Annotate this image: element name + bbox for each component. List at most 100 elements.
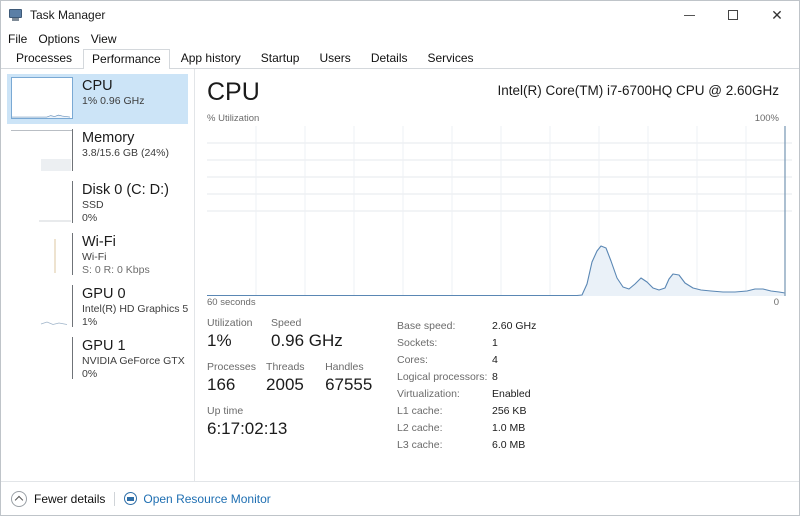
sidebar-memory-text: Memory 3.8/15.6 GB (24%): [82, 129, 169, 160]
info-value: 1.0 MB: [492, 422, 526, 434]
info-value: 1: [492, 337, 498, 349]
cpu-utilization-chart[interactable]: [207, 126, 792, 296]
cpu-thumbnail: [11, 77, 73, 119]
cpu-utilization-line: [207, 245, 786, 296]
minimize-button[interactable]: [667, 1, 711, 29]
statistics-area: Utilization 1% Speed 0.96 GHz Processes …: [207, 317, 783, 454]
task-manager-window: Task Manager ✕ File Options View Process…: [0, 0, 800, 516]
primary-stats: Utilization 1% Speed 0.96 GHz Processes …: [207, 317, 397, 454]
sidebar-item-wifi[interactable]: Wi-Fi Wi-Fi S: 0 R: 0 Kbps: [7, 230, 188, 280]
sidebar-item-memory[interactable]: Memory 3.8/15.6 GB (24%): [7, 126, 188, 176]
sidebar-item-gpu1[interactable]: GPU 1 NVIDIA GeForce GTX 960 0%: [7, 334, 188, 384]
tab-processes[interactable]: Processes: [7, 48, 81, 68]
info-value: 2.60 GHz: [492, 320, 537, 332]
graph-time-labels: 60 seconds 0: [207, 297, 779, 308]
sidebar-item-disk[interactable]: Disk 0 (C: D:) SSD 0%: [7, 178, 188, 228]
stat-label: Up time: [207, 405, 244, 417]
info-key: L1 cache:: [397, 405, 443, 417]
info-row-l1-cache: L1 cache: 256 KB: [397, 403, 783, 420]
stat-handles: Handles 67555: [325, 361, 397, 396]
horizontal-gridlines: [207, 142, 792, 212]
tab-startup[interactable]: Startup: [252, 48, 309, 68]
stat-processes: Processes 166: [207, 361, 266, 396]
y-axis-max-label: 100%: [754, 113, 779, 124]
info-row-base-speed: Base speed: 2.60 GHz: [397, 318, 783, 335]
info-row-sockets: Sockets: 1: [397, 335, 783, 352]
chevron-up-circle-icon: [11, 490, 27, 507]
tab-performance[interactable]: Performance: [83, 49, 170, 69]
stat-value: 6:17:02:13: [207, 419, 288, 438]
menu-item-options[interactable]: Options: [37, 32, 80, 46]
stat-row-utilization-speed: Utilization 1% Speed 0.96 GHz: [207, 317, 397, 352]
info-key: Logical processors:: [397, 371, 488, 383]
stat-uptime: Up time 6:17:02:13: [207, 405, 288, 440]
sidebar-item-detail: 3.8/15.6 GB (24%): [82, 147, 169, 159]
resource-monitor-icon: [124, 492, 138, 505]
resource-sidebar: CPU 1% 0.96 GHz Memory 3.8/15.6 GB (24%): [1, 69, 195, 481]
stat-row-uptime: Up time 6:17:02:13: [207, 405, 397, 440]
tab-details[interactable]: Details: [362, 48, 417, 68]
menu-item-file[interactable]: File: [7, 32, 28, 46]
info-value: 4: [492, 354, 498, 366]
sidebar-item-label: Wi-Fi: [82, 234, 116, 250]
fewer-details-button[interactable]: Fewer details: [11, 490, 105, 507]
close-button[interactable]: ✕: [755, 1, 799, 29]
stat-threads: Threads 2005: [266, 361, 325, 396]
info-value: 256 KB: [492, 405, 527, 417]
cpu-area-fill: [207, 246, 785, 296]
sidebar-item-detail: Wi-Fi: [82, 251, 107, 263]
window-body: CPU 1% 0.96 GHz Memory 3.8/15.6 GB (24%): [1, 69, 799, 481]
tab-users[interactable]: Users: [310, 48, 359, 68]
open-resource-monitor-link[interactable]: Open Resource Monitor: [124, 492, 271, 506]
maximize-button[interactable]: [711, 1, 755, 29]
sidebar-wifi-text: Wi-Fi Wi-Fi S: 0 R: 0 Kbps: [82, 233, 150, 277]
sidebar-item-detail-secondary: S: 0 R: 0 Kbps: [82, 264, 150, 276]
gpu0-thumbnail: [11, 285, 73, 327]
stat-value: 0.96 GHz: [271, 331, 343, 350]
memory-thumbnail: [11, 129, 73, 171]
stat-row-processes-threads-handles: Processes 166 Threads 2005 Handles 67555: [207, 361, 397, 396]
info-row-logical-processors: Logical processors: 8: [397, 369, 783, 386]
window-controls: ✕: [667, 1, 799, 29]
info-value: 6.0 MB: [492, 439, 526, 451]
stat-value: 1%: [207, 331, 232, 350]
sidebar-item-detail: NVIDIA GeForce GTX 960: [82, 355, 188, 367]
sidebar-item-label: Disk 0 (C: D:): [82, 182, 169, 198]
status-bar: Fewer details Open Resource Monitor: [1, 481, 799, 515]
info-key: L3 cache:: [397, 439, 443, 451]
info-key: Base speed:: [397, 320, 456, 332]
tab-bar: Processes Performance App history Startu…: [1, 48, 799, 69]
info-value: 8: [492, 371, 498, 383]
stat-label: Handles: [325, 361, 364, 373]
stat-utilization: Utilization 1%: [207, 317, 271, 352]
sidebar-item-label: GPU 1: [82, 338, 126, 354]
stat-label: Threads: [266, 361, 305, 373]
title-bar: Task Manager ✕: [1, 1, 799, 29]
info-key: Cores:: [397, 354, 428, 366]
info-value: Enabled: [492, 388, 531, 400]
window-title: Task Manager: [30, 8, 106, 22]
sidebar-cpu-text: CPU 1% 0.96 GHz: [82, 77, 144, 108]
menu-item-view[interactable]: View: [90, 32, 118, 46]
stat-speed: Speed 0.96 GHz: [271, 317, 343, 352]
sidebar-item-label: Memory: [82, 130, 135, 146]
tab-services[interactable]: Services: [419, 48, 483, 68]
sidebar-item-cpu[interactable]: CPU 1% 0.96 GHz: [7, 74, 188, 124]
x-axis-start-label: 60 seconds: [207, 297, 256, 308]
info-key: Virtualization:: [397, 388, 460, 400]
stat-value: 166: [207, 375, 236, 394]
sidebar-item-detail: 1% 0.96 GHz: [82, 95, 145, 107]
info-row-l2-cache: L2 cache: 1.0 MB: [397, 420, 783, 437]
sidebar-item-detail-secondary: 0%: [82, 212, 98, 224]
info-key: L2 cache:: [397, 422, 443, 434]
sidebar-gpu0-text: GPU 0 Intel(R) HD Graphics 530 1%: [82, 285, 188, 329]
panel-header: CPU Intel(R) Core(TM) i7-6700HQ CPU @ 2.…: [207, 77, 779, 111]
sidebar-item-label: CPU: [82, 78, 113, 94]
tab-app-history[interactable]: App history: [172, 48, 250, 68]
info-row-cores: Cores: 4: [397, 352, 783, 369]
sidebar-item-detail: SSD: [82, 199, 104, 211]
sidebar-item-gpu0[interactable]: GPU 0 Intel(R) HD Graphics 530 1%: [7, 282, 188, 332]
status-separator: [114, 491, 116, 506]
menu-bar: File Options View: [1, 29, 799, 48]
sidebar-item-detail-secondary: 0%: [82, 368, 98, 380]
